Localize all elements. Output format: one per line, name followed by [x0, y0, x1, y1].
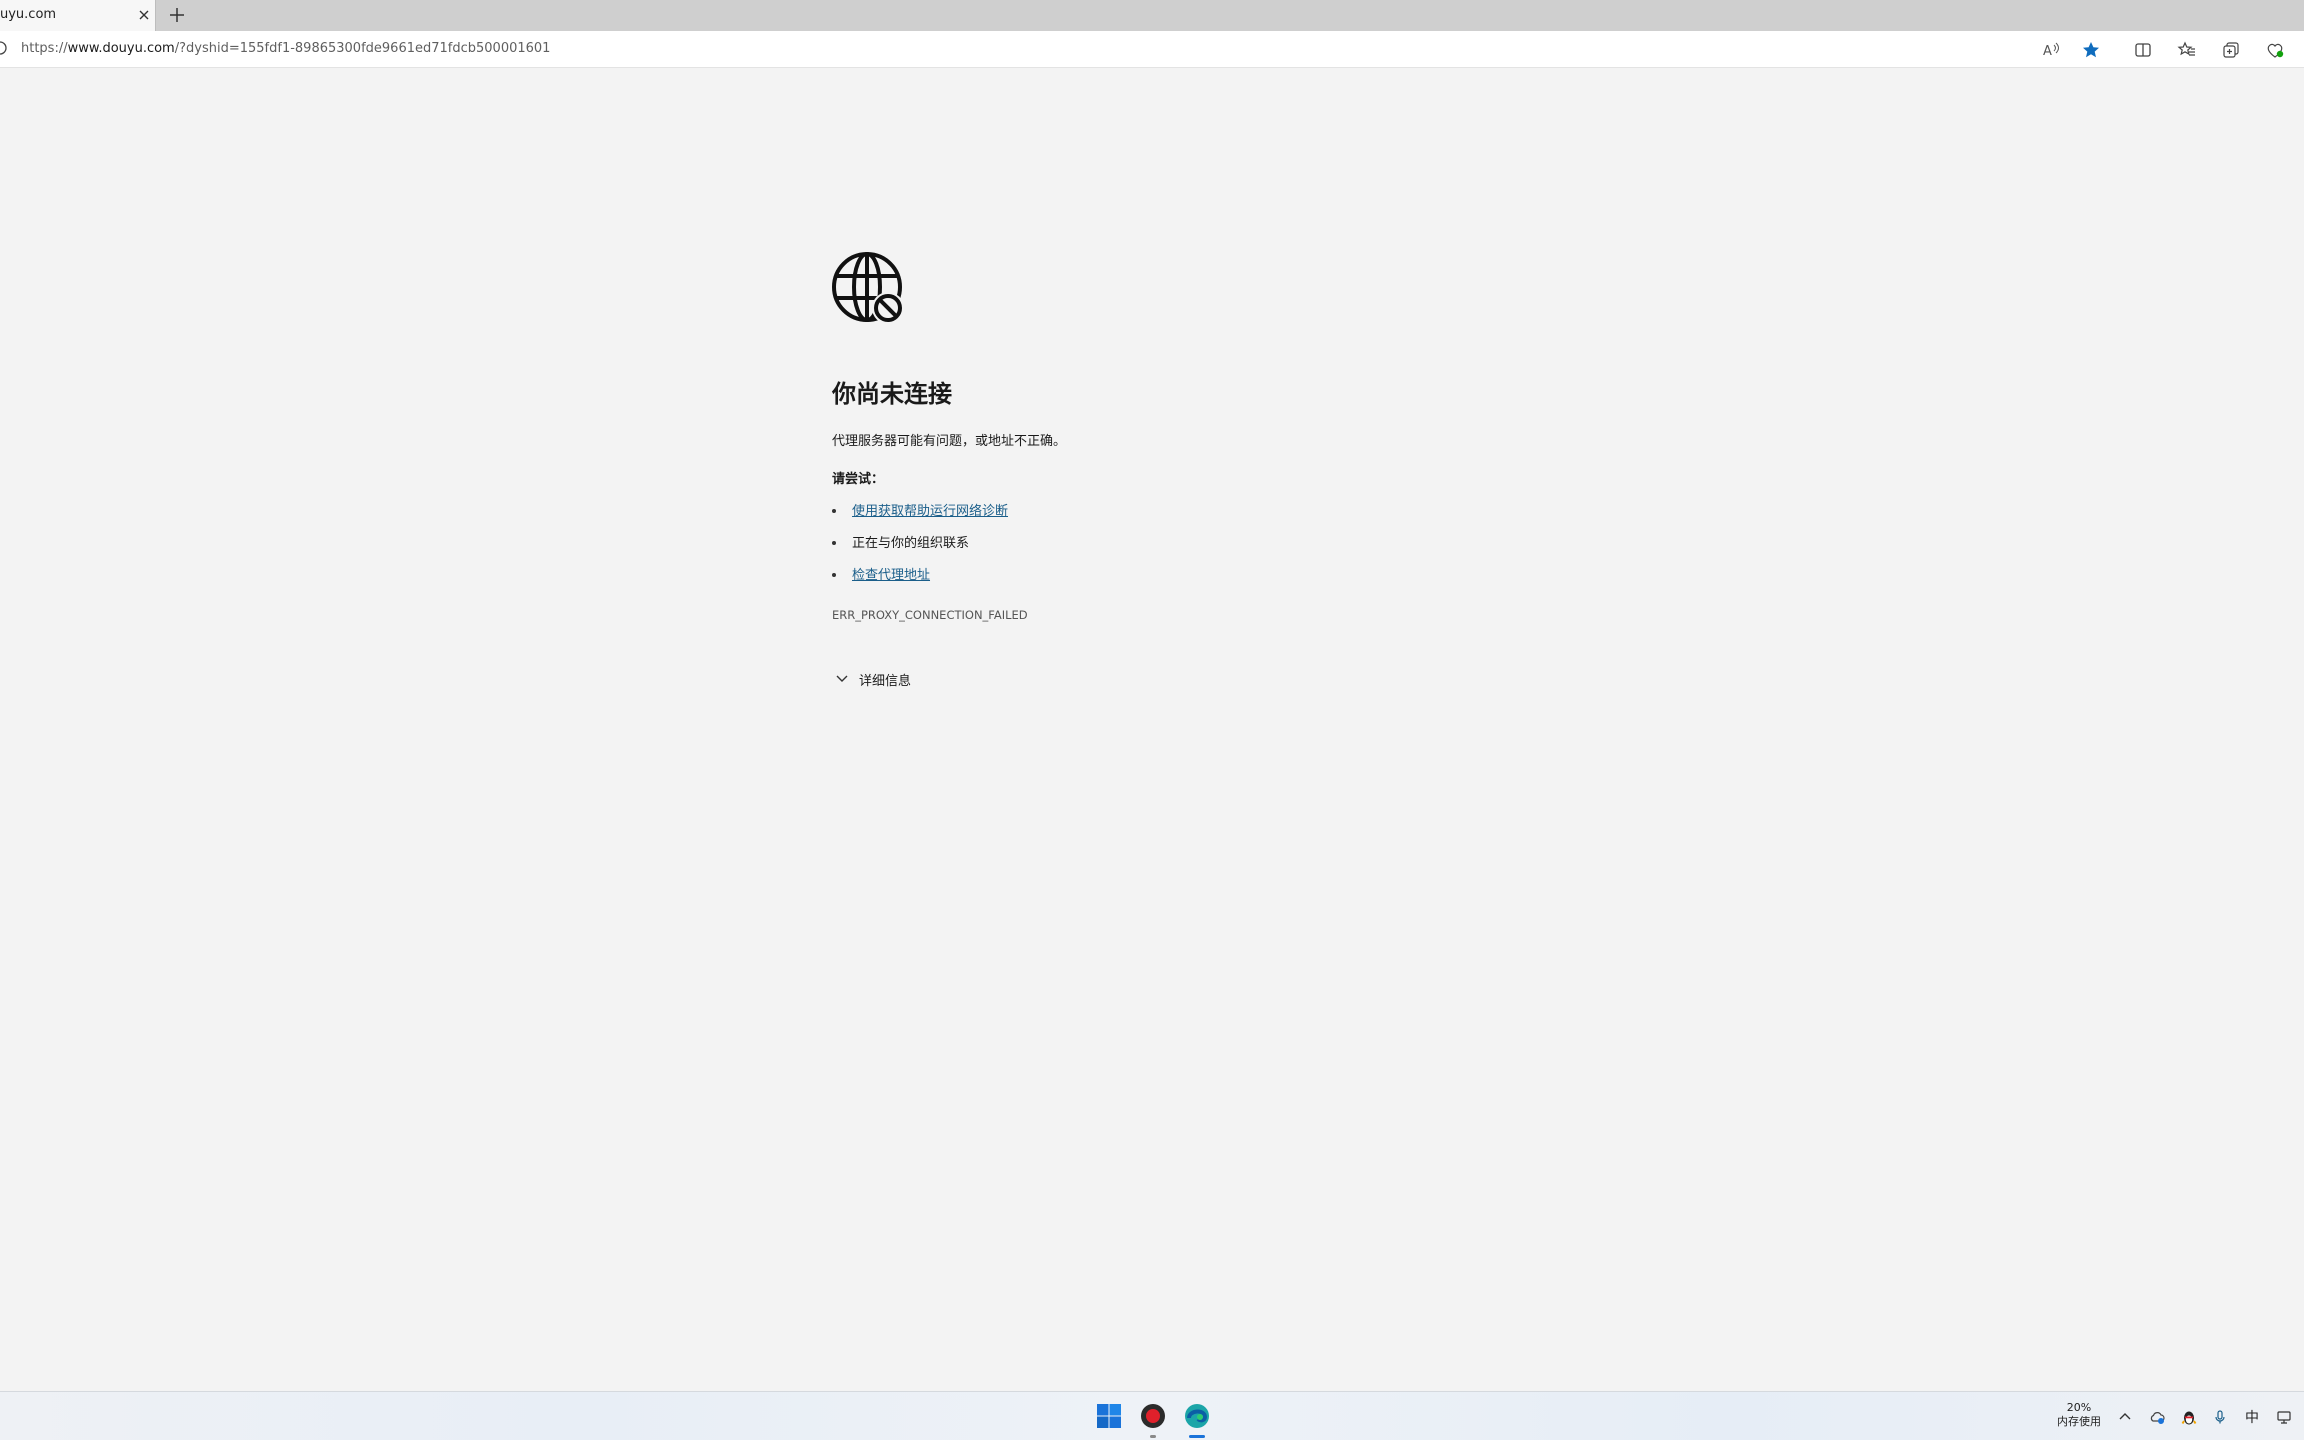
bullet-dot	[832, 509, 836, 513]
cloud-sync-icon[interactable]	[2148, 1408, 2166, 1426]
active-indicator	[1189, 1435, 1205, 1438]
url-path: /?dyshid=155fdf1-89865300fde9661ed71fdcb…	[174, 41, 551, 56]
browser-essentials-icon[interactable]	[2265, 40, 2285, 60]
active-tab[interactable]: uyu.com	[0, 0, 156, 31]
error-description: 代理服务器可能有问题，或地址不正确。	[832, 434, 1067, 449]
contact-organization-text: 正在与你的组织联系	[852, 536, 970, 551]
memory-usage-widget[interactable]: 20% 内存使用	[2044, 1401, 2114, 1429]
favorites-icon[interactable]	[2177, 40, 2197, 60]
split-screen-icon[interactable]	[2133, 40, 2153, 60]
bullet-dot	[832, 573, 836, 577]
address-bar: https://www.douyu.com/?dyshid=155fdf1-89…	[0, 31, 2304, 68]
chevron-down-icon	[836, 675, 848, 682]
network-icon[interactable]	[2275, 1408, 2293, 1426]
new-tab-icon[interactable]	[167, 5, 187, 25]
svg-text:A: A	[2043, 44, 2052, 59]
tab-strip: uyu.com	[0, 0, 2304, 31]
recorder-app-icon[interactable]	[1137, 1400, 1169, 1432]
memory-label: 内存使用	[2057, 1415, 2101, 1428]
running-indicator	[1150, 1435, 1156, 1438]
read-aloud-icon[interactable]: A	[2041, 40, 2061, 60]
check-proxy-address-link[interactable]: 检查代理地址	[852, 564, 930, 583]
url-field[interactable]: https://www.douyu.com/?dyshid=155fdf1-89…	[21, 41, 550, 56]
memory-percent: 20%	[2066, 1401, 2092, 1414]
error-code: ERR_PROXY_CONNECTION_FAILED	[832, 608, 1028, 622]
run-network-diagnostics-link[interactable]: 使用获取帮助运行网络诊断	[852, 500, 1008, 519]
taskbar: 20% 内存使用 中	[0, 1391, 2304, 1440]
site-info-icon[interactable]	[0, 40, 8, 56]
chevron-up-icon[interactable]	[2116, 1408, 2134, 1426]
bullet-dot	[832, 541, 836, 545]
tab-title: uyu.com	[0, 7, 57, 22]
url-host: www.douyu.com	[67, 41, 175, 56]
details-label: 详细信息	[859, 674, 912, 689]
edge-browser-icon[interactable]	[1181, 1400, 1213, 1432]
url-scheme: https://	[21, 41, 68, 56]
windows-start-icon[interactable]	[1093, 1400, 1125, 1432]
qq-penguin-icon[interactable]	[2180, 1408, 2198, 1426]
error-title: 你尚未连接	[832, 380, 952, 408]
collections-icon[interactable]	[2221, 40, 2241, 60]
details-toggle-button[interactable]: 详细信息	[832, 668, 942, 690]
close-tab-icon[interactable]	[136, 7, 152, 23]
ime-indicator[interactable]: 中	[2245, 1407, 2259, 1427]
favorite-star-icon[interactable]	[2081, 40, 2101, 60]
try-label: 请尝试：	[832, 472, 885, 487]
microphone-icon[interactable]	[2211, 1408, 2229, 1426]
globe-blocked-icon	[832, 252, 904, 324]
